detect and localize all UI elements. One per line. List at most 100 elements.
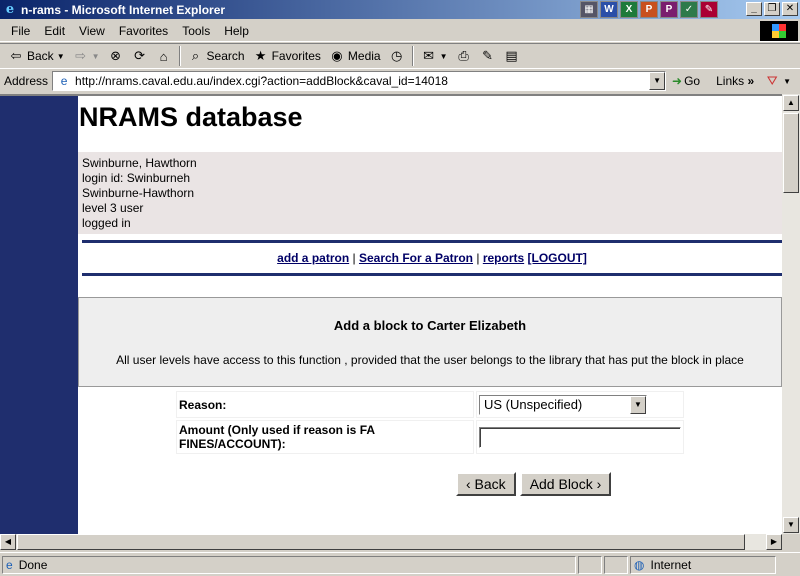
extension-icon: ⛛ [766,73,778,88]
media-label: Media [347,49,381,63]
powerpoint-icon[interactable]: P [640,1,658,18]
standard-toolbar: ⇦ Back ▼ ⇨ ▼ ⊗ ⟳ ⌂ ⌕ Search ★ Favorites … [0,43,800,69]
taskbar-icons: ▦ W X P P ✓ ✎ [580,0,718,19]
block-form: Reason: US (Unspecified) ▼ Amount (Only … [174,389,686,456]
menu-bar: File Edit View Favorites Tools Help [0,20,800,42]
menu-edit[interactable]: Edit [37,22,72,40]
mail-button[interactable]: ✉ ▼ [417,46,452,66]
reason-cell: US (Unspecified) ▼ [476,391,684,418]
back-button[interactable]: ⇦ Back ▼ [4,46,69,66]
window-title: n-rams - Microsoft Internet Explorer [21,2,226,17]
word-icon[interactable]: W [600,1,618,18]
project-icon[interactable]: ✓ [680,1,698,18]
forward-arrow-icon: ⇨ [75,48,87,63]
discuss-button[interactable]: ▤ [500,46,524,66]
horizontal-scrollbar[interactable]: ◀ ▶ [0,534,782,550]
menu-tools[interactable]: Tools [175,22,217,40]
publisher-icon[interactable]: P [660,1,678,18]
user-info-box: Swinburne, Hawthorn login id: Swinburneh… [78,152,782,234]
menu-view[interactable]: View [72,22,112,40]
favorites-label: Favorites [271,49,321,63]
horizontal-scroll-thumb[interactable] [17,534,745,550]
page-content: NRAMS database Swinburne, Hawthorn login… [78,96,782,496]
login-id: login id: Swinburneh [82,171,191,185]
search-patron-link[interactable]: Search For a Patron [359,251,473,265]
status-cell [578,555,602,574]
history-icon: ◷ [390,48,403,63]
user-name: Swinburne, Hawthorn [82,156,197,170]
scroll-down-icon[interactable]: ▼ [783,517,799,533]
toolbar-separator [411,46,414,66]
scroll-up-icon[interactable]: ▲ [783,95,799,111]
menu-help[interactable]: Help [217,22,256,40]
app-icon[interactable]: ▦ [580,1,598,18]
go-label: Go [684,74,701,88]
logout-link[interactable]: [LOGOUT] [528,251,587,265]
reason-dropdown-icon[interactable]: ▼ [630,395,646,414]
status-cell [604,555,628,574]
restore-button[interactable]: ❐ [764,2,780,16]
panel-heading: Add a block to Carter Elizabeth [333,318,527,333]
stop-icon: ⊗ [110,48,121,63]
menu-file[interactable]: File [4,22,37,40]
mail-dropdown-icon[interactable]: ▼ [440,52,448,61]
amount-input[interactable] [479,426,681,448]
paint-icon[interactable]: ✎ [700,1,718,18]
scroll-right-icon[interactable]: ▶ [766,534,782,550]
block-info-panel: Add a block to Carter Elizabeth All user… [78,297,782,387]
ie-logo-icon: e [5,2,15,17]
forward-button[interactable]: ⇨ ▼ [69,46,104,66]
scroll-left-icon[interactable]: ◀ [0,534,16,550]
favorites-button[interactable]: ★ Favorites [249,46,325,66]
minimize-button[interactable]: _ [746,2,762,16]
toolbar-extension-button[interactable]: ⛛ ▼ [760,71,795,91]
home-button[interactable]: ⌂ [152,46,176,66]
go-button[interactable]: ➜ Go [672,74,700,88]
back-dropdown-icon[interactable]: ▼ [57,52,65,61]
back-form-button[interactable]: ‹ Back [456,472,516,496]
media-button[interactable]: ◉ Media [325,46,385,66]
menu-favorites[interactable]: Favorites [112,22,175,40]
amount-row: Amount (Only used if reason is FA FINES/… [176,420,684,454]
extension-dropdown-icon[interactable]: ▼ [783,77,791,86]
links-label: Links [716,74,745,88]
forward-dropdown-icon[interactable]: ▼ [92,52,100,61]
edit-button[interactable]: ✎ [476,46,500,66]
discuss-icon: ▤ [505,48,518,63]
window-controls: _ ❐ ✕ [746,2,798,16]
address-input[interactable]: e http://nrams.caval.edu.au/index.cgi?ac… [52,71,667,91]
refresh-icon: ⟳ [134,48,145,63]
address-dropdown-icon[interactable]: ▼ [649,72,666,90]
page-done-icon: e [6,557,13,572]
refresh-button[interactable]: ⟳ [128,46,152,66]
chevron-right-icon[interactable]: » [747,74,754,88]
reason-row: Reason: US (Unspecified) ▼ [176,391,684,418]
reason-select[interactable]: US (Unspecified) ▼ [479,394,647,415]
reports-link[interactable]: reports [483,251,524,265]
stop-button[interactable]: ⊗ [104,46,128,66]
page-title: NRAMS database [79,102,303,132]
vertical-scroll-thumb[interactable] [783,113,799,193]
favorites-icon: ★ [254,48,267,63]
history-button[interactable]: ◷ [385,46,409,66]
search-label: Search [206,49,245,63]
excel-icon[interactable]: X [620,1,638,18]
amount-cell [476,420,684,454]
amount-label: Amount (Only used if reason is FA FINES/… [176,420,474,454]
toolbar-separator [178,46,181,66]
add-block-button[interactable]: Add Block › [519,472,612,496]
user-level: level 3 user [82,201,144,215]
reason-selected-value: US (Unspecified) [484,396,583,412]
close-button[interactable]: ✕ [782,2,798,16]
home-icon: ⌂ [159,48,168,64]
back-label: Back [27,49,54,63]
windows-flag-icon [772,24,786,38]
status-text: Done [18,557,48,572]
add-patron-link[interactable]: add a patron [277,251,349,265]
print-button[interactable]: ⎙ [452,46,476,66]
links-toolbar[interactable]: Links » [716,74,754,88]
search-button[interactable]: ⌕ Search [184,46,249,66]
address-url[interactable]: http://nrams.caval.edu.au/index.cgi?acti… [75,74,448,88]
page-icon: e [60,74,68,88]
vertical-scrollbar[interactable]: ▲ ▼ [782,94,800,534]
